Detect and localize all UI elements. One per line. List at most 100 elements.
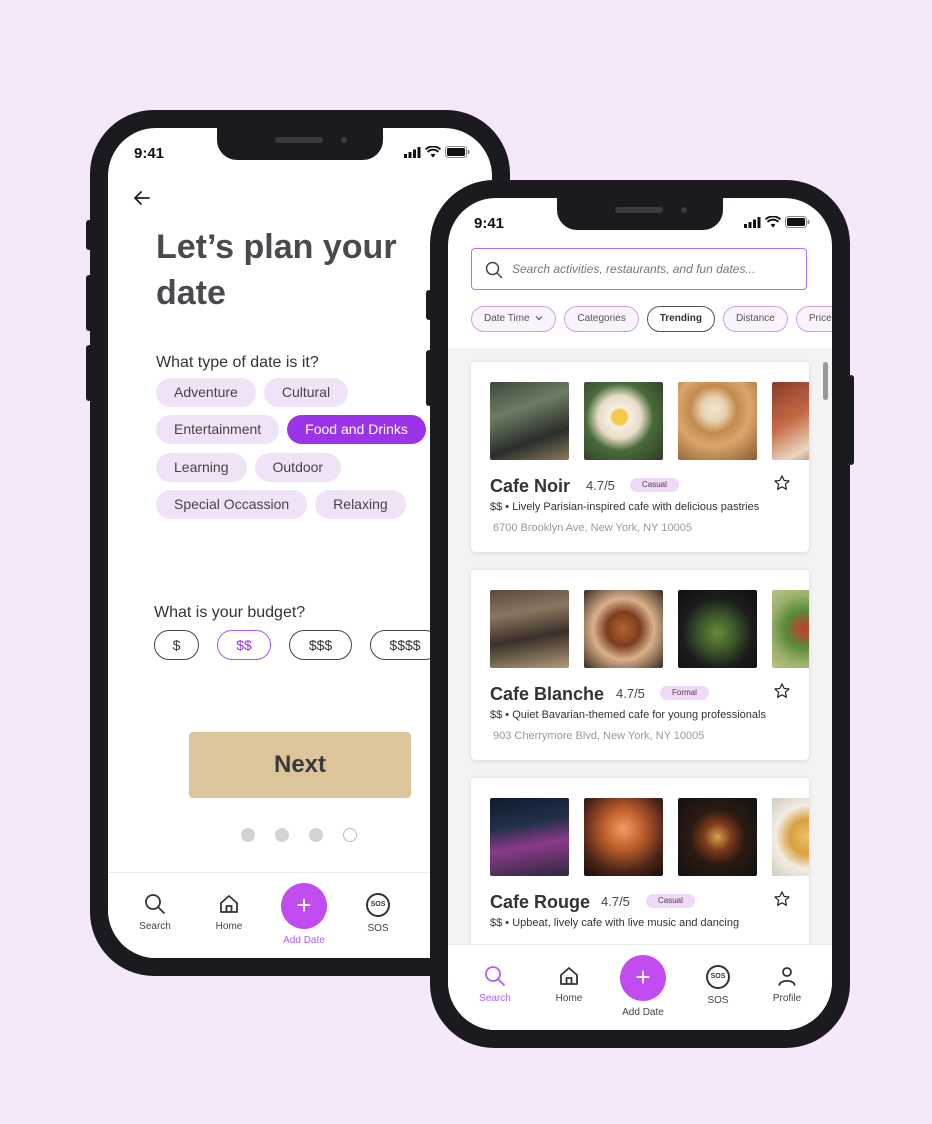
wifi-icon bbox=[425, 146, 441, 158]
budget-option-1[interactable]: $ bbox=[154, 630, 199, 660]
restaurant-name[interactable]: Cafe Blanche bbox=[490, 684, 604, 705]
description-text: Lively Parisian-inspired cafe with delic… bbox=[512, 501, 760, 513]
restaurant-description: $$ • Lively Parisian-inspired cafe with … bbox=[490, 501, 760, 513]
nav-label: Search bbox=[139, 921, 171, 932]
chip-row: Special Occassion Relaxing bbox=[156, 490, 406, 519]
filter-distance[interactable]: Distance bbox=[722, 306, 788, 332]
battery-icon bbox=[445, 146, 470, 158]
restaurant-tag: Casual bbox=[646, 894, 695, 908]
search-icon bbox=[145, 894, 165, 914]
chip-row: Entertainment Food and Drinks bbox=[156, 415, 426, 444]
back-arrow-icon[interactable] bbox=[130, 186, 154, 210]
bottom-nav: Search Home + Add Date SOS SOS Profile bbox=[448, 944, 832, 1030]
restaurant-card[interactable]: Cafe Rouge 4.7/5 Casual $$ • Upbeat, liv… bbox=[471, 778, 809, 946]
home-icon bbox=[220, 895, 238, 913]
restaurant-tag: Casual bbox=[630, 478, 679, 492]
progress-dots bbox=[241, 828, 357, 842]
price-level: $$ bbox=[490, 917, 503, 929]
restaurant-address: 6700 Brooklyn Ave, New York, NY 10005 bbox=[493, 522, 692, 534]
nav-search[interactable]: Search bbox=[123, 893, 187, 932]
photo-strip[interactable] bbox=[490, 382, 809, 460]
progress-dot bbox=[275, 828, 289, 842]
nav-label: SOS bbox=[707, 995, 729, 1006]
chip-relaxing[interactable]: Relaxing bbox=[315, 490, 406, 519]
date-type-question: What type of date is it? bbox=[156, 354, 319, 371]
phone-side-button bbox=[86, 275, 92, 331]
nav-add-label: Add Date bbox=[283, 935, 325, 946]
restaurant-description: $$ • Upbeat, lively cafe with live music… bbox=[490, 917, 740, 929]
search-input[interactable] bbox=[512, 259, 798, 279]
restaurant-photo bbox=[772, 382, 809, 460]
photo-strip[interactable] bbox=[490, 590, 809, 668]
restaurant-name[interactable]: Cafe Noir bbox=[490, 476, 570, 497]
restaurant-tag: Formal bbox=[660, 686, 709, 700]
chip-special-occasion[interactable]: Special Occassion bbox=[156, 490, 308, 519]
restaurant-photo bbox=[678, 382, 757, 460]
phone-search-results: 9:41 Date Time Categories Trending Dista… bbox=[426, 180, 854, 1048]
description-text: Quiet Bavarian-themed cafe for young pro… bbox=[512, 709, 766, 721]
chip-row: Adventure Cultural bbox=[156, 378, 349, 407]
budget-options: $ $$ $$$ $$$$ bbox=[154, 630, 440, 660]
next-button[interactable]: Next bbox=[189, 732, 411, 798]
chip-cultural[interactable]: Cultural bbox=[263, 378, 349, 407]
nav-sos[interactable]: SOS SOS bbox=[686, 965, 750, 1006]
restaurant-photo bbox=[678, 798, 757, 876]
filter-trending[interactable]: Trending bbox=[646, 306, 715, 332]
price-level: $$ bbox=[490, 501, 503, 513]
plus-icon: + bbox=[296, 890, 312, 920]
chip-row: Learning Outdoor bbox=[156, 453, 342, 482]
sos-icon: SOS bbox=[366, 893, 390, 917]
phone-side-button bbox=[86, 345, 92, 401]
filter-date-time[interactable]: Date Time bbox=[471, 306, 557, 332]
chip-adventure[interactable]: Adventure bbox=[156, 378, 256, 407]
nav-search[interactable]: Search bbox=[463, 965, 527, 1004]
budget-option-2[interactable]: $$ bbox=[217, 630, 271, 660]
phone-notch bbox=[557, 198, 723, 230]
phone-side-button bbox=[426, 350, 432, 406]
phone-side-button bbox=[426, 290, 432, 320]
nav-home[interactable]: Home bbox=[197, 893, 261, 932]
photo-strip[interactable] bbox=[490, 798, 809, 876]
nav-home[interactable]: Home bbox=[537, 965, 601, 1004]
star-icon[interactable] bbox=[773, 890, 791, 908]
status-time: 9:41 bbox=[134, 145, 165, 162]
nav-profile[interactable]: Profile bbox=[755, 965, 819, 1004]
chip-learning[interactable]: Learning bbox=[156, 453, 247, 482]
chevron-down-icon bbox=[535, 316, 543, 321]
profile-icon bbox=[778, 967, 796, 986]
restaurant-rating: 4.7/5 bbox=[586, 478, 615, 493]
star-icon[interactable] bbox=[773, 474, 791, 492]
search-icon bbox=[485, 261, 503, 279]
chip-outdoor[interactable]: Outdoor bbox=[254, 453, 342, 482]
nav-sos[interactable]: SOS SOS bbox=[346, 893, 410, 934]
chip-food-and-drinks[interactable]: Food and Drinks bbox=[287, 415, 426, 444]
restaurant-address: 903 Cherrymore Blvd, New York, NY 10005 bbox=[493, 730, 705, 742]
budget-option-3[interactable]: $$$ bbox=[289, 630, 352, 660]
page-title: Let’s plan your date bbox=[156, 228, 397, 312]
chip-entertainment[interactable]: Entertainment bbox=[156, 415, 280, 444]
sos-icon: SOS bbox=[706, 965, 730, 989]
nav-label: Home bbox=[215, 921, 243, 932]
restaurant-photo bbox=[772, 590, 809, 668]
nav-label: Search bbox=[479, 993, 511, 1004]
filter-price[interactable]: Price bbox=[795, 306, 832, 332]
price-level: $$ bbox=[490, 709, 503, 721]
restaurant-name[interactable]: Cafe Rouge bbox=[490, 892, 590, 913]
filter-categories[interactable]: Categories bbox=[564, 306, 639, 332]
restaurant-rating: 4.7/5 bbox=[601, 894, 630, 909]
restaurant-photo bbox=[490, 382, 569, 460]
nav-label: SOS bbox=[367, 923, 389, 934]
description-text: Upbeat, lively cafe with live music and … bbox=[512, 917, 740, 929]
results-list[interactable]: Cafe Noir 4.7/5 Casual $$ • Lively Paris… bbox=[448, 348, 832, 946]
phone-side-button bbox=[86, 220, 92, 250]
add-date-fab[interactable]: + bbox=[281, 883, 327, 929]
add-date-fab[interactable]: + bbox=[620, 955, 666, 1001]
scrollbar[interactable] bbox=[823, 362, 828, 400]
restaurant-card[interactable]: Cafe Blanche 4.7/5 Formal $$ • Quiet Bav… bbox=[471, 570, 809, 760]
filter-label: Date Time bbox=[484, 313, 530, 324]
status-icons bbox=[744, 216, 810, 228]
restaurant-card[interactable]: Cafe Noir 4.7/5 Casual $$ • Lively Paris… bbox=[471, 362, 809, 552]
star-icon[interactable] bbox=[773, 682, 791, 700]
restaurant-photo bbox=[678, 590, 757, 668]
phone-side-button bbox=[848, 375, 854, 465]
